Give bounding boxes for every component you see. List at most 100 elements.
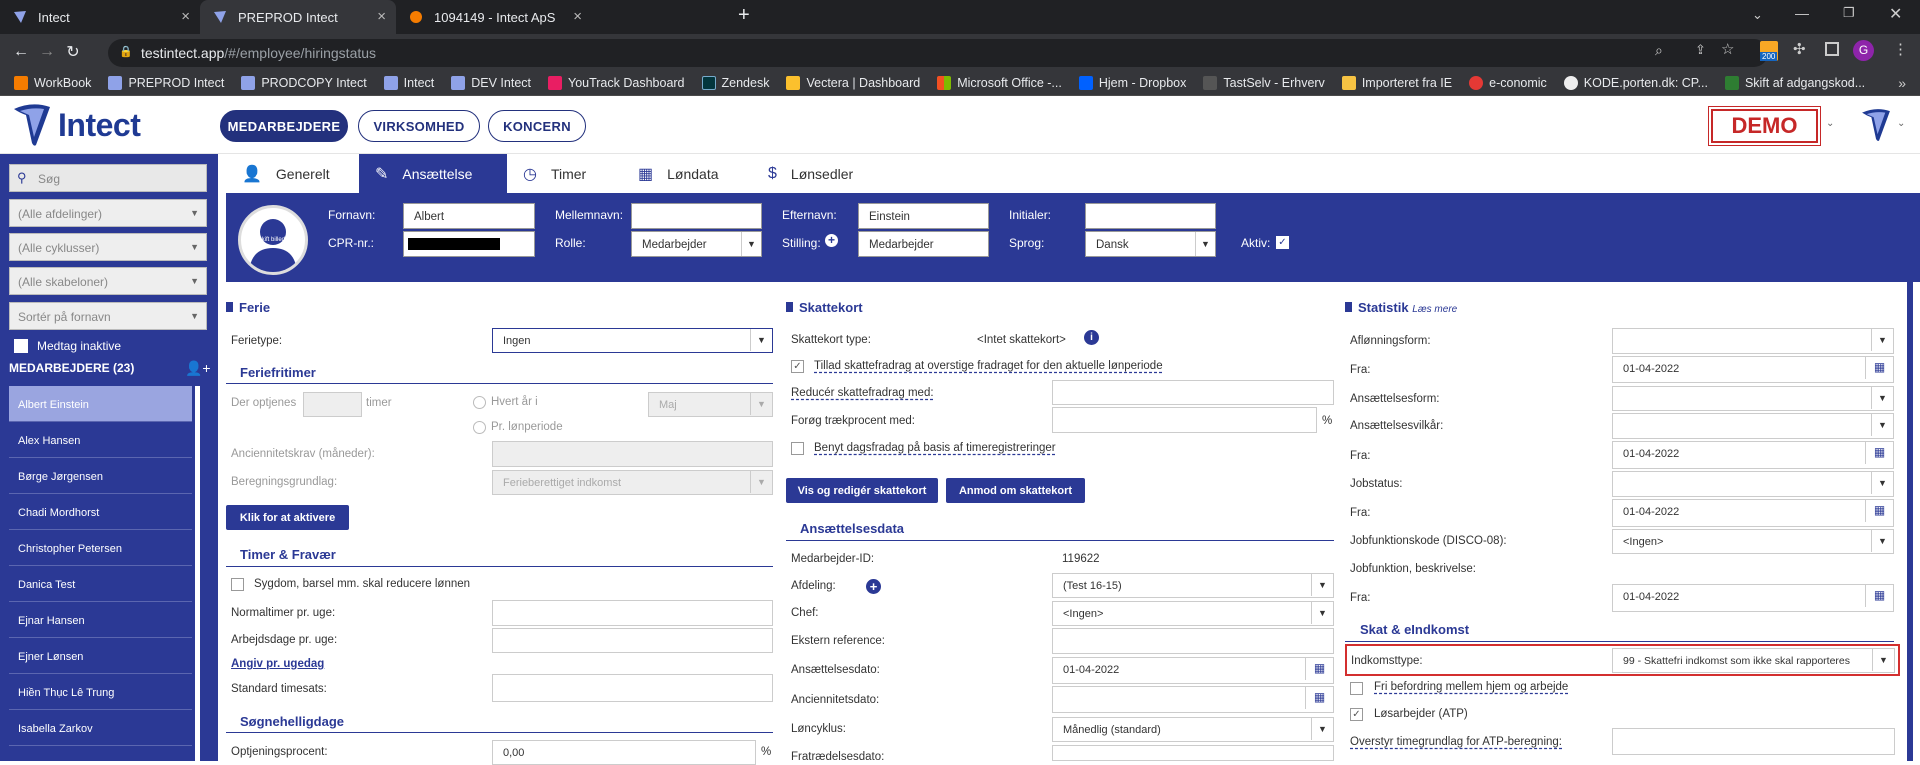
middle-name-input[interactable] xyxy=(631,203,762,229)
back-icon[interactable]: ← xyxy=(8,43,34,61)
chef-select[interactable]: <Ingen> ▼ xyxy=(1052,601,1334,626)
bookmark-zendesk[interactable]: Zendesk xyxy=(701,75,769,90)
employee-list-item[interactable]: Isabella Zarkov xyxy=(9,710,192,746)
employee-list-item[interactable]: Ejnar Hansen xyxy=(9,602,192,638)
calendar-icon[interactable]: ▦ xyxy=(1305,687,1333,709)
last-name-input[interactable]: Einstein xyxy=(858,203,989,229)
tillad-checkbox[interactable]: ✓ xyxy=(791,360,804,373)
foroeg-input[interactable] xyxy=(1052,407,1317,433)
loesarbejder-checkbox[interactable]: ✓ xyxy=(1350,708,1363,721)
browser-tab-preprod[interactable]: PREPROD Intect × xyxy=(200,0,396,34)
jobstatus-select[interactable]: ▼ xyxy=(1612,471,1894,497)
bookmark-preprod[interactable]: PREPROD Intect xyxy=(108,75,224,90)
bookmark-importeret[interactable]: Importeret fra IE xyxy=(1341,75,1452,90)
calendar-icon[interactable]: ▦ xyxy=(1305,658,1333,680)
bookmark-vectera[interactable]: Vectera | Dashboard xyxy=(786,75,920,90)
bookmark-workbook[interactable]: WorkBook xyxy=(14,75,91,90)
afloenningsform-select[interactable]: ▼ xyxy=(1612,328,1894,354)
sygdom-checkbox[interactable] xyxy=(231,578,244,591)
add-employee-icon[interactable]: 👤+ xyxy=(185,360,211,377)
activate-button[interactable]: Klik for at aktivere xyxy=(226,505,349,530)
include-inactive-checkbox[interactable] xyxy=(14,339,28,353)
bookmark-dropbox[interactable]: Hjem - Dropbox xyxy=(1078,75,1186,90)
browser-tab-intect-aps[interactable]: 1094149 - Intect ApS × xyxy=(396,0,592,34)
anmod-skattekort-button[interactable]: Anmod om skattekort xyxy=(946,478,1085,503)
employee-list-item[interactable]: Alex Hansen xyxy=(9,422,192,458)
close-tab-icon[interactable]: × xyxy=(181,8,190,25)
share-icon[interactable]: ⇪ xyxy=(1695,42,1706,58)
search-input[interactable]: ⚲ Søg xyxy=(9,164,207,192)
new-tab-button[interactable]: + xyxy=(738,4,750,27)
tab-loendata[interactable]: ▦ Løndata xyxy=(638,154,748,193)
employee-list-item[interactable]: Danica Test xyxy=(9,566,192,602)
employee-list-item[interactable]: Ejner Lønsen xyxy=(9,638,192,674)
hvert-aar-radio[interactable] xyxy=(473,396,486,409)
bookmark-youtrack[interactable]: YouTrack Dashboard xyxy=(548,75,685,90)
minimize-icon[interactable]: — xyxy=(1795,5,1809,21)
zoom-icon[interactable]: ⌕ xyxy=(1655,42,1663,59)
bookmark-kodeporten[interactable]: KODE.porten.dk: CP... xyxy=(1563,75,1708,90)
language-select[interactable]: Dansk ▼ xyxy=(1085,231,1216,257)
bookmark-dev[interactable]: DEV Intect xyxy=(451,75,531,90)
sort-select[interactable]: Sortér på fornavn ▼ xyxy=(9,302,207,330)
avatar[interactable]: Skift billede xyxy=(238,205,308,275)
user-dropdown-icon[interactable]: ⌄ xyxy=(1897,118,1905,129)
menu-kebab-icon[interactable]: ⋮ xyxy=(1893,40,1908,58)
benyt-checkbox[interactable] xyxy=(791,442,804,455)
timesats-input[interactable] xyxy=(492,674,773,702)
calendar-icon[interactable]: ▦ xyxy=(1865,585,1893,607)
bookmarks-overflow-icon[interactable]: » xyxy=(1898,75,1906,91)
forward-icon[interactable]: → xyxy=(34,43,60,61)
arbejdsdage-input[interactable] xyxy=(492,628,773,653)
anciennitetsdato-input[interactable]: ▦ xyxy=(1052,686,1334,713)
sidepanel-icon[interactable] xyxy=(1825,42,1839,56)
position-input[interactable]: Medarbejder xyxy=(858,231,989,257)
user-menu-icon[interactable] xyxy=(1860,108,1892,142)
ansaettelsesdato-input[interactable]: 01-04-2022 ▦ xyxy=(1052,657,1334,684)
anciennitet-input[interactable] xyxy=(492,441,773,467)
normaltimer-input[interactable] xyxy=(492,600,773,626)
tab-generelt[interactable]: 👤 Generelt xyxy=(242,154,362,193)
tab-search-icon[interactable]: ⌄ xyxy=(1752,7,1763,23)
overstyr-timegrundlag-input[interactable] xyxy=(1612,728,1895,755)
jobstatus-fra-date[interactable]: 01-04-2022 ▦ xyxy=(1612,499,1894,527)
nav-medarbejdere-button[interactable]: MEDARBEJDERE xyxy=(220,110,348,142)
calendar-icon[interactable]: ▦ xyxy=(1865,442,1893,464)
calendar-icon[interactable]: ▦ xyxy=(1865,500,1893,522)
employee-list-scrollbar[interactable] xyxy=(195,386,200,761)
page-scrollbar[interactable] xyxy=(1907,282,1913,761)
bookmark-office[interactable]: Microsoft Office -... xyxy=(937,75,1062,90)
tab-ansaettelse[interactable]: ✎ Ansættelse xyxy=(359,154,507,193)
afdeling-select[interactable]: (Test 16-15) ▼ xyxy=(1052,573,1334,598)
first-name-input[interactable]: Albert xyxy=(403,203,535,229)
add-position-icon[interactable]: + xyxy=(825,234,838,247)
reload-icon[interactable]: ↻ xyxy=(60,42,86,62)
ferietype-select[interactable]: Ingen ▼ xyxy=(492,328,773,353)
close-tab-icon[interactable]: × xyxy=(377,8,386,25)
browser-tab-intect[interactable]: Intect × xyxy=(0,0,200,34)
reducer-input[interactable] xyxy=(1052,380,1334,405)
jobfunktion-fra-date[interactable]: 01-04-2022 ▦ xyxy=(1612,584,1894,612)
url-input[interactable]: 🔒 testintect.app/#/employee/hiringstatus xyxy=(108,39,1768,67)
cycle-filter-select[interactable]: (Alle cyklusser) ▼ xyxy=(9,233,207,261)
ansaettelsesvilkaar-fra-date[interactable]: 01-04-2022 ▦ xyxy=(1612,441,1894,469)
feriefritimer-hours-input[interactable] xyxy=(303,392,362,417)
cpr-input[interactable] xyxy=(403,231,535,257)
read-more-link[interactable]: Læs mere xyxy=(1412,304,1457,315)
calendar-icon[interactable]: ▦ xyxy=(1865,357,1893,379)
ekstern-reference-input[interactable] xyxy=(1052,628,1334,654)
close-tab-icon[interactable]: × xyxy=(573,8,582,25)
indkomsttype-select[interactable]: 99 - Skattefri indkomst som ikke skal ra… xyxy=(1612,648,1895,673)
optjening-input[interactable]: 0,00 xyxy=(492,740,756,765)
angiv-pr-ugedag-link[interactable]: Angiv pr. ugedag xyxy=(231,658,324,670)
beregning-select[interactable]: Ferieberettiget indkomst ▼ xyxy=(492,470,773,495)
bookmark-intect[interactable]: Intect xyxy=(383,75,434,90)
afloenningsform-fra-date[interactable]: 01-04-2022 ▦ xyxy=(1612,356,1894,383)
profile-avatar[interactable]: G xyxy=(1853,40,1874,61)
role-select[interactable]: Medarbejder ▼ xyxy=(631,231,762,257)
bookmark-prodcopy[interactable]: PRODCOPY Intect xyxy=(241,75,367,90)
extensions-puzzle-icon[interactable]: ✣ xyxy=(1793,40,1806,58)
intect-logo[interactable]: Intect xyxy=(12,103,141,147)
company-dropdown-icon[interactable]: ⌄ xyxy=(1826,118,1834,129)
active-checkbox[interactable]: ✓ xyxy=(1276,236,1289,249)
